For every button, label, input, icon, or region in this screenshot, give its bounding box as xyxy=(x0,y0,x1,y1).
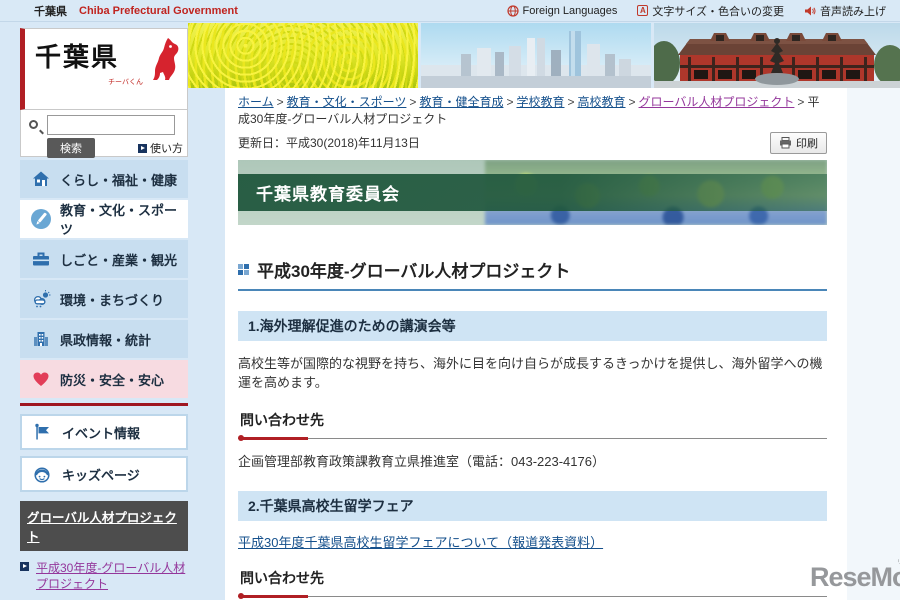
breadcrumb-link-kenzen[interactable]: 教育・健全育成 xyxy=(419,95,503,109)
arrow-square-icon xyxy=(20,562,29,571)
fair-press-release-link[interactable]: 平成30年度千葉県高校生留学フェアについて（報道発表資料） xyxy=(238,535,603,550)
search-help-link[interactable]: 使い方 xyxy=(138,140,183,156)
title-underline xyxy=(238,288,827,291)
top-utility-bar: 千葉県 Chiba Prefectural Government Foreign… xyxy=(0,0,900,22)
banner-band: 千葉県教育委員会 xyxy=(238,173,827,211)
environment-icon xyxy=(30,288,52,310)
speech-readout-link[interactable]: 音声読み上げ xyxy=(804,3,886,19)
briefcase-icon xyxy=(30,248,52,270)
section1-heading: 1.海外理解促進のための講演会等 xyxy=(238,310,827,341)
sidebar-divider xyxy=(20,403,188,406)
project-link-label[interactable]: 平成30年度-グローバル人材プロジェクト xyxy=(36,561,185,591)
sidebar-item-kurashi[interactable]: くらし・福祉・健康 xyxy=(20,160,188,198)
sidebar-item-bousai[interactable]: 防災・安全・安心 xyxy=(20,360,188,398)
pencil-icon xyxy=(30,208,52,230)
foreign-languages-link[interactable]: Foreign Languages xyxy=(506,4,618,17)
sidebar-item-label: 防災・安全・安心 xyxy=(60,372,165,388)
city-skyline-photo xyxy=(421,23,651,88)
title-squares-icon xyxy=(238,263,249,275)
text-size-icon: A xyxy=(637,5,649,16)
site-name-english: Chiba Prefectural Government xyxy=(79,4,238,17)
search-area: 検索 使い方 xyxy=(20,110,188,158)
contact-heading: 問い合わせ先 xyxy=(240,570,324,587)
breadcrumb-separator: > xyxy=(409,95,417,109)
red-building-photo xyxy=(654,23,900,88)
breadcrumb: ホーム > 教育・文化・スポーツ > 教育・健全育成 > 学校教育 > 高校教育 > グローバル人材… xyxy=(238,94,827,129)
search-icon xyxy=(29,120,38,129)
chiba-kun-mascot-icon xyxy=(153,38,179,80)
sidebar-item-shigoto[interactable]: しごと・産業・観光 xyxy=(20,240,188,278)
watermark-text: ReseMom. xyxy=(810,562,900,592)
section1-contact: 企画管理部教育政策課教育立県推進室（電話：043-223-4176） xyxy=(238,453,605,469)
breadcrumb-separator: > xyxy=(797,95,805,109)
main-content: ホーム > 教育・文化・スポーツ > 教育・健全育成 > 学校教育 > 高校教育 > グローバル人材… xyxy=(225,88,847,600)
breadcrumb-link-koko[interactable]: 高校教育 xyxy=(578,95,626,109)
flower-field-photo xyxy=(188,23,418,88)
house-icon xyxy=(30,168,52,190)
contact-underline xyxy=(238,434,827,441)
events-label: イベント情報 xyxy=(62,425,141,441)
updated-date: 更新日：平成30(2018)年11月13日 xyxy=(238,136,420,151)
globe-icon xyxy=(506,4,519,17)
page-title: 平成30年度-グローバル人材プロジェクト xyxy=(257,261,571,281)
sidebar-link-h30-project[interactable]: 平成30年度-グローバル人材プロジェクト xyxy=(20,551,188,600)
kids-face-icon xyxy=(31,463,53,485)
breadcrumb-separator: > xyxy=(276,95,284,109)
right-margin xyxy=(847,88,900,600)
sidebar-item-label: 教育・文化・スポーツ xyxy=(60,203,178,237)
kids-label: キッズページ xyxy=(62,467,140,483)
header-photo-strip xyxy=(188,23,900,88)
mascot-caption: チーバくん xyxy=(108,79,143,86)
breadcrumb-separator: > xyxy=(506,95,514,109)
speaker-icon xyxy=(805,6,816,15)
project-nav-title[interactable]: グローバル人材プロジェクト xyxy=(20,501,188,551)
sidebar-item-kensei[interactable]: 県政情報・統計 xyxy=(20,320,188,358)
breadcrumb-link-home[interactable]: ホーム xyxy=(238,95,274,109)
breadcrumb-link-gakko[interactable]: 学校教育 xyxy=(516,95,564,109)
sidebar-item-kyoiku[interactable]: 教育・文化・スポーツ xyxy=(20,200,188,238)
breadcrumb-separator: > xyxy=(628,95,636,109)
sidebar-item-events[interactable]: イベント情報 xyxy=(20,414,188,450)
print-label: 印刷 xyxy=(796,137,818,150)
resemom-watermark: リセマム ReseMom. xyxy=(810,560,900,592)
arrow-square-icon xyxy=(138,143,147,153)
gov-building-icon xyxy=(30,328,52,350)
banner-title: 千葉県教育委員会 xyxy=(256,184,400,204)
prefecture-logo[interactable]: 千葉県 チーバくん xyxy=(20,28,188,110)
sidebar-item-label: くらし・福祉・健康 xyxy=(60,172,178,188)
text-size-link[interactable]: A 文字サイズ・色合いの変更 xyxy=(637,3,784,19)
search-help-label: 使い方 xyxy=(150,143,183,155)
heart-icon xyxy=(30,368,52,390)
sidebar-item-label: 県政情報・統計 xyxy=(60,332,152,348)
flag-icon xyxy=(31,421,53,443)
sidebar-item-kankyo[interactable]: 環境・まちづくり xyxy=(20,280,188,318)
site-name: 千葉県 xyxy=(34,5,67,18)
text-size-label: 文字サイズ・色合いの変更 xyxy=(652,5,784,18)
foreign-languages-label: Foreign Languages xyxy=(522,4,618,17)
contact-underline xyxy=(238,592,827,600)
print-button[interactable]: 印刷 xyxy=(770,131,827,154)
speech-readout-label: 音声読み上げ xyxy=(820,5,886,18)
contact-heading: 問い合わせ先 xyxy=(240,411,324,428)
sidebar-menu: くらし・福祉・健康 教育・文化・スポーツ しごと・産業・観光 環境・まちづくり … xyxy=(20,160,188,398)
sidebar-item-kids[interactable]: キッズページ xyxy=(20,456,188,492)
sidebar: 千葉県 チーバくん 検索 使い方 くらし・福祉・健康 教育・文化・スポーツ しご… xyxy=(20,28,188,600)
section2-heading: 2.千葉県高校生留学フェア xyxy=(238,491,827,522)
sidebar-item-label: 環境・まちづくり xyxy=(60,292,165,308)
search-input[interactable] xyxy=(47,115,175,135)
sidebar-item-label: しごと・産業・観光 xyxy=(60,252,178,268)
section1-body: 高校生等が国際的な視野を持ち、海外に目を向け自らが成長するきっかけを提供し、海外… xyxy=(238,355,823,391)
search-button[interactable]: 検索 xyxy=(47,138,95,158)
breadcrumb-link-kyoiku[interactable]: 教育・文化・スポーツ xyxy=(287,95,407,109)
breadcrumb-separator: > xyxy=(567,95,575,109)
breadcrumb-link-global[interactable]: グローバル人材プロジェクト xyxy=(639,95,795,109)
printer-icon xyxy=(780,136,791,149)
board-of-education-banner: 千葉県教育委員会 xyxy=(238,159,827,225)
